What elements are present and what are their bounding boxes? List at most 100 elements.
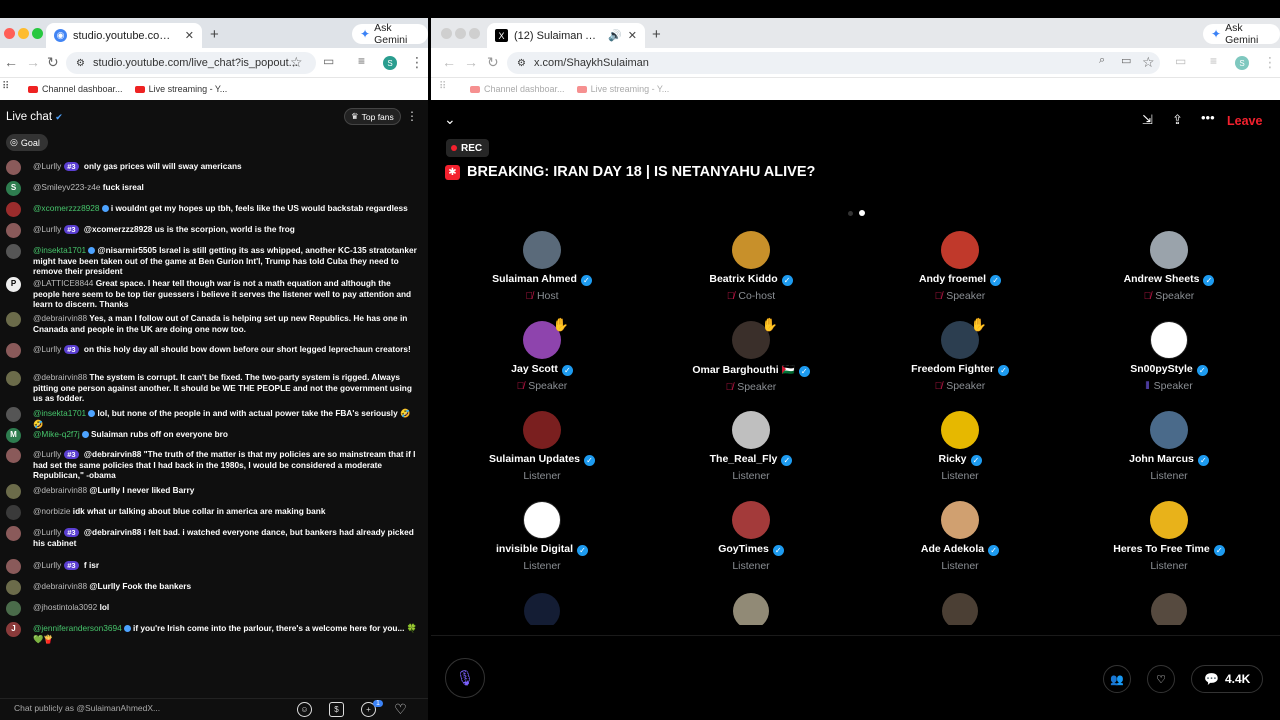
chat-message[interactable]: @insekta1701 lol, but none of the people… (6, 407, 418, 429)
page-dot[interactable] (848, 210, 853, 216)
participant-avatar[interactable]: ✋ (941, 317, 987, 359)
live-chat-title[interactable]: Live chat ✔ (6, 111, 63, 123)
participant-avatar[interactable] (732, 501, 770, 539)
browser-tab[interactable]: ◉ studio.youtube.com/live_cha ✕ (46, 23, 202, 48)
menu-icon[interactable]: ⋮ (410, 54, 424, 71)
extensions-icon[interactable]: ≡ (358, 54, 365, 68)
avatar[interactable] (6, 371, 21, 386)
chat-message[interactable]: @Lurlly #3 only gas prices will will sway… (6, 160, 418, 175)
avatar[interactable] (6, 601, 21, 616)
apps-icon[interactable]: ⠿ (439, 81, 446, 92)
url-field[interactable]: ⚙ x.com/ShaykhSulaiman (507, 52, 1160, 74)
people-button[interactable]: 👥 (1103, 665, 1131, 693)
speaker-icon[interactable]: 🔊 (608, 29, 622, 42)
install-icon[interactable]: ▭ (1121, 54, 1131, 67)
chat-message[interactable]: @debrairvin88 The system is corrupt. It … (6, 371, 418, 404)
participant[interactable]: Ade Adekola ✓ Listener (865, 501, 1055, 572)
participant[interactable]: The_Real_Fly ✓ Listener (656, 411, 846, 482)
chat-message[interactable]: S @Smileyv223-z4e fuck isreal (6, 181, 418, 196)
participant-avatar[interactable]: ✋ (523, 317, 569, 359)
chat-message[interactable]: P @LATTICE8844 Great space. I hear tell t… (6, 277, 418, 310)
menu-icon[interactable]: ⋮ (1263, 54, 1277, 71)
forward-icon[interactable]: → (26, 54, 40, 70)
chat-author[interactable]: @debrairvin88 (33, 372, 87, 382)
participant-avatar[interactable] (1150, 411, 1188, 449)
close-window-icon[interactable] (4, 28, 15, 39)
participant[interactable]: Sn00pyStyle ✓ ⦀ Speaker (1074, 321, 1264, 392)
close-tab-icon[interactable]: ✕ (628, 29, 637, 42)
chat-message[interactable]: @xcomerzzz8928 i wouldnt get my hopes up… (6, 202, 418, 217)
dock-icon[interactable]: ⇲ (1142, 112, 1153, 128)
ask-gemini-button[interactable]: ✦ Ask Gemini (1203, 22, 1280, 46)
chat-message[interactable]: @Lurlly #3 @xcomerzzz8928 us is the scorp… (6, 223, 418, 238)
microphone-button[interactable]: 🎙 (445, 658, 485, 698)
chat-author[interactable]: @LATTICE8844 (33, 278, 93, 288)
participant-avatar[interactable] (732, 231, 770, 269)
chat-message[interactable]: @debrairvin88 Yes, a man I follow out of… (6, 312, 418, 334)
chat-menu-icon[interactable]: ⋮ (406, 109, 418, 123)
bookmark-live-streaming[interactable]: Live streaming - Y... (576, 84, 669, 94)
participant[interactable]: Andrew Sheets ✓ 🎙̸ Speaker (1074, 231, 1264, 302)
chat-author[interactable]: @Lurlly (33, 527, 61, 537)
avatar[interactable]: M (6, 428, 21, 443)
participant[interactable]: ✋ Jay Scott ✓ 🎙̸ Speaker (447, 317, 637, 392)
reload-icon[interactable]: ↻ (47, 54, 59, 71)
back-icon[interactable]: ← (442, 54, 456, 70)
top-fans-button[interactable]: ♛ Top fans (344, 108, 401, 125)
maximize-window-icon[interactable] (32, 28, 43, 39)
chat-author[interactable]: @debrairvin88 (33, 485, 87, 495)
participant[interactable]: Andy froemel ✓ 🎙̸ Speaker (865, 231, 1055, 302)
chat-message[interactable]: @Lurlly #3 f isr (6, 559, 418, 574)
avatar[interactable]: J (6, 622, 21, 637)
leave-button[interactable]: Leave (1227, 114, 1262, 128)
chat-author[interactable]: @Smileyv223-z4e (33, 182, 100, 192)
bookmark-live-streaming[interactable]: Live streaming - Y... (134, 84, 227, 94)
chat-author[interactable]: @Lurlly (33, 560, 61, 570)
avatar[interactable]: P (6, 277, 21, 292)
chat-message-list[interactable]: @Lurlly #3 only gas prices will will sway… (0, 157, 428, 680)
participant-avatar[interactable] (941, 411, 979, 449)
participant-avatar[interactable] (733, 593, 769, 625)
replies-button[interactable]: 💬 4.4K (1191, 665, 1264, 693)
avatar[interactable] (6, 559, 21, 574)
emoji-icon[interactable]: ☺ (297, 702, 312, 717)
bookmark-star-icon[interactable]: ☆ (1142, 54, 1155, 71)
chat-author[interactable]: @Lurlly (33, 224, 61, 234)
chat-input[interactable]: Chat publicly as @SulaimanAhmedX... (14, 703, 160, 713)
participant[interactable]: Ricky ✓ Listener (865, 411, 1055, 482)
participant-peek[interactable] (865, 593, 1055, 625)
profile-avatar[interactable]: S (383, 56, 397, 70)
profile-avatar[interactable]: S (1235, 56, 1249, 70)
close-window-icon[interactable] (441, 28, 452, 39)
participant-avatar[interactable] (1150, 501, 1188, 539)
chat-author[interactable]: @Lurlly (33, 449, 61, 459)
avatar[interactable] (6, 160, 21, 175)
page-dot-active[interactable] (859, 210, 865, 216)
chat-author[interactable]: @Lurlly (33, 161, 61, 171)
bookmark-channel-dashboard[interactable]: Channel dashboar... (470, 84, 565, 94)
chat-author[interactable]: @debrairvin88 (33, 581, 87, 591)
avatar[interactable] (6, 580, 21, 595)
participant[interactable]: Beatrix Kiddo ✓ 🎙̸ Co-host (656, 231, 846, 302)
participant[interactable]: Heres To Free Time ✓ Listener (1074, 501, 1264, 572)
chat-message[interactable]: @insekta1701 @nisarmir5505 Israel is sti… (6, 244, 418, 277)
new-tab-icon[interactable]: + (210, 26, 219, 43)
participant[interactable]: Sulaiman Ahmed ✓ 🎙̸ Host (447, 231, 637, 302)
cast-icon[interactable]: ▭ (323, 54, 334, 68)
participant-avatar[interactable]: ✋ (732, 317, 778, 359)
chat-message[interactable]: @debrairvin88 @Lurlly I never liked Barr… (6, 484, 418, 499)
participant-avatar[interactable] (1150, 321, 1188, 359)
avatar[interactable] (6, 312, 21, 327)
site-info-icon[interactable]: ⚙ (517, 58, 526, 69)
participant[interactable]: Sulaiman Updates ✓ Listener (447, 411, 637, 482)
chat-author[interactable]: @Lurlly (33, 344, 61, 354)
chat-author[interactable]: @Mike-q2f7j (33, 429, 80, 439)
reload-icon[interactable]: ↻ (487, 54, 499, 71)
minimize-chevron-icon[interactable]: ⌄ (444, 111, 456, 128)
maximize-window-icon[interactable] (469, 28, 480, 39)
new-tab-icon[interactable]: + (652, 26, 661, 43)
avatar[interactable] (6, 484, 21, 499)
avatar[interactable] (6, 202, 21, 217)
chat-author[interactable]: @xcomerzzz8928 (33, 203, 100, 213)
avatar[interactable] (6, 223, 21, 238)
